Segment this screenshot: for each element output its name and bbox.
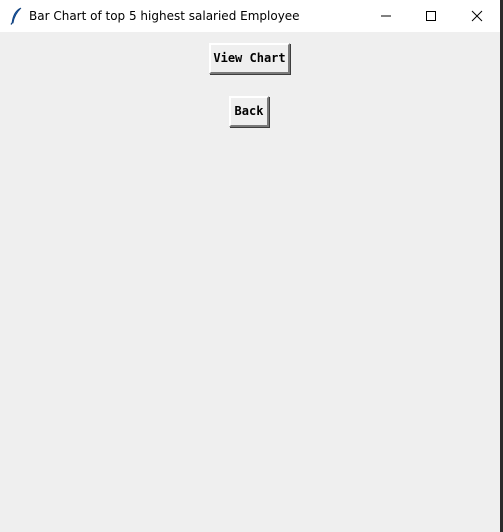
back-button[interactable]: Back [229, 96, 269, 127]
minimize-icon [381, 15, 391, 17]
maximize-icon [426, 11, 436, 21]
close-button[interactable] [454, 0, 500, 32]
window-title: Bar Chart of top 5 highest salaried Empl… [29, 9, 300, 23]
window-content: View Chart Back [0, 32, 500, 532]
close-icon [471, 10, 483, 22]
minimize-button[interactable] [363, 0, 409, 32]
title-bar[interactable]: Bar Chart of top 5 highest salaried Empl… [0, 0, 500, 32]
app-window: Bar Chart of top 5 highest salaried Empl… [0, 0, 500, 532]
view-chart-button[interactable]: View Chart [209, 43, 290, 74]
feather-icon [9, 7, 23, 25]
maximize-button[interactable] [408, 0, 454, 32]
